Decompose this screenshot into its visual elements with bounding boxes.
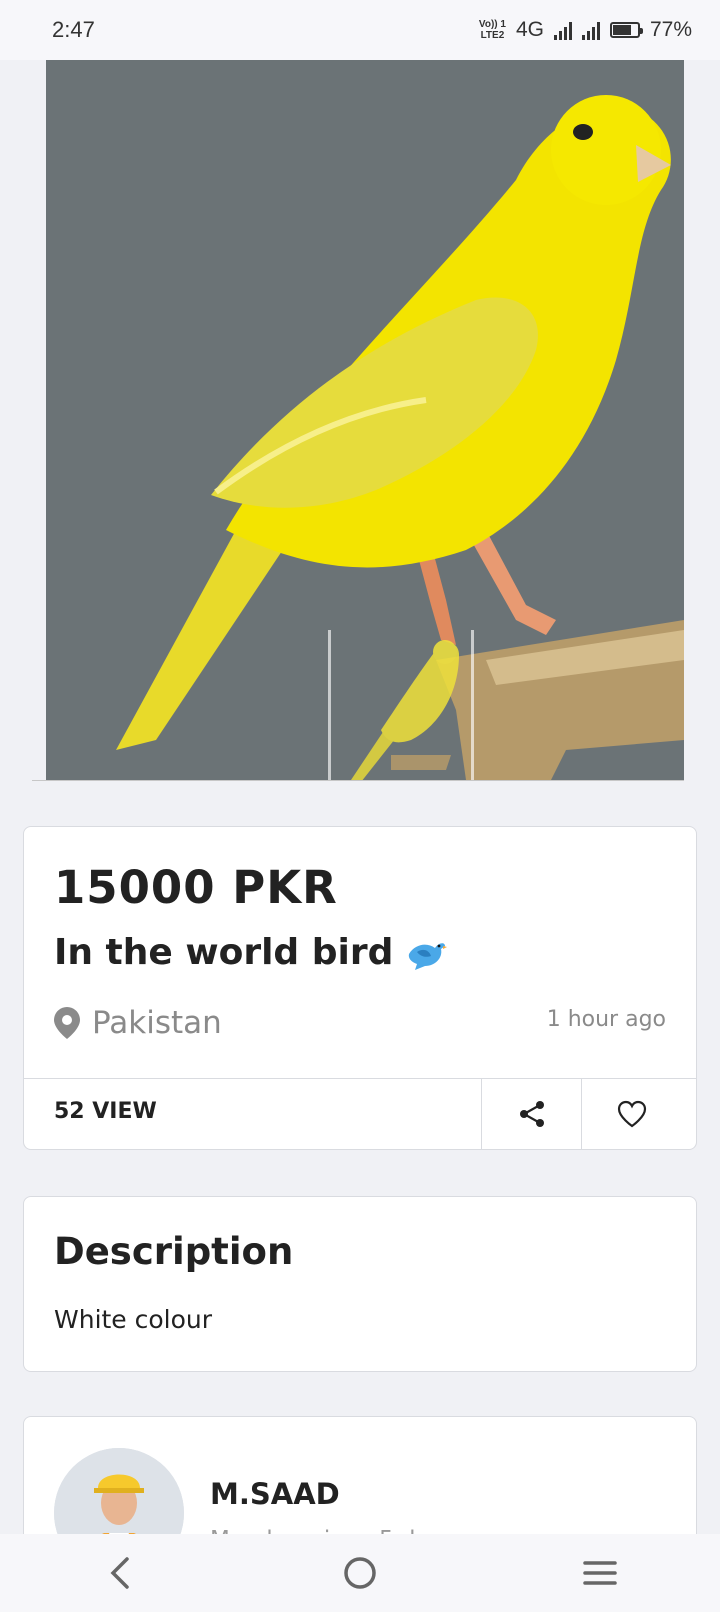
back-icon: [110, 1557, 129, 1589]
battery-percent: 77%: [649, 18, 692, 41]
home-button[interactable]: [320, 1543, 400, 1603]
menu-button[interactable]: [560, 1543, 640, 1603]
listing-summary-card: 15000 PKR In the world bird Pakistan 1 h…: [23, 826, 697, 1150]
volte-icon: Vo)) 1 LTE2: [478, 19, 506, 41]
home-icon: [344, 1557, 376, 1589]
back-button[interactable]: [80, 1543, 160, 1603]
status-icons: Vo)) 1 LTE2 4G 77%: [479, 18, 692, 42]
photo-divider: [32, 780, 684, 781]
share-icon: [520, 1101, 544, 1127]
thumbnail-bird-image: [351, 640, 459, 780]
signal-icon-2: [581, 20, 600, 40]
network-type: 4G: [515, 18, 544, 41]
description-card: Description White colour: [23, 1196, 697, 1372]
location-text: Pakistan: [92, 1005, 222, 1041]
listing-title: In the world bird: [54, 932, 394, 973]
seller-name: M.SAAD: [210, 1477, 340, 1511]
posted-time: 1 hour ago: [546, 1007, 666, 1032]
signal-icon: [553, 20, 572, 40]
location-pin-icon: [54, 1007, 80, 1039]
listing-image-gallery[interactable]: [24, 60, 684, 782]
menu-icon: [583, 1561, 617, 1585]
share-button[interactable]: [482, 1079, 582, 1149]
listing-location: Pakistan: [54, 1005, 222, 1041]
description-text: White colour: [54, 1305, 213, 1334]
status-bar: 2:47 Vo)) 1 LTE2 4G 77%: [0, 0, 720, 60]
battery-icon: [609, 22, 643, 38]
description-heading: Description: [54, 1230, 294, 1273]
listing-photo[interactable]: [46, 60, 684, 780]
view-count: 52 VIEW: [54, 1099, 157, 1124]
listing-title-row: In the world bird: [54, 932, 448, 973]
favorite-button[interactable]: [582, 1079, 682, 1149]
listing-price: 15000 PKR: [54, 861, 338, 914]
heart-icon: [617, 1100, 647, 1128]
image-thumbnail[interactable]: [328, 630, 474, 780]
bird-icon: [409, 942, 448, 970]
system-nav-bar: [0, 1534, 720, 1612]
status-time: 2:47: [52, 17, 95, 42]
